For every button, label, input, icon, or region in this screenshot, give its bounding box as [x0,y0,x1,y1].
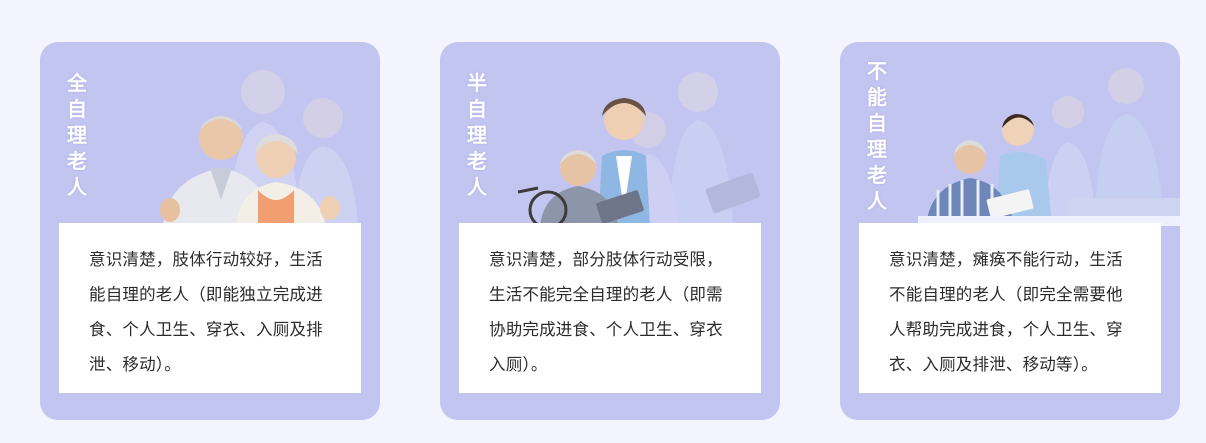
description-box: 意识清楚，肢体行动较好，生活能自理的老人（即能独立完成进食、个人卫生、穿衣、入厕… [59,223,361,393]
title-char: 理 [467,123,487,147]
title-char: 全 [67,71,87,95]
card-vertical-title: 不 能 自 理 老 人 [862,60,892,212]
title-char: 老 [67,149,87,173]
title-char: 理 [67,123,87,147]
card-non-self-care: 不 能 自 理 老 人 意识清楚，瘫痪不能行动，生活不能自理的老人（即完全需要他… [840,42,1180,420]
title-char: 能 [867,85,887,109]
title-char: 人 [867,189,887,213]
care-levels-section: 全 自 理 老 人 意识清楚，肢体行动较好，生活能自理的老人（即能独立完成进食、… [0,0,1206,443]
description-box: 意识清楚，瘫痪不能行动，生活不能自理的老人（即完全需要他人帮助完成进食，个人卫生… [859,223,1161,393]
card-vertical-title: 全 自 理 老 人 [62,72,92,198]
card-description: 意识清楚，部分肢体行动受限，生活不能完全自理的老人（即需协助完成进食、个人卫生、… [489,250,723,374]
title-char: 人 [67,175,87,199]
title-char: 老 [867,163,887,187]
title-char: 不 [867,59,887,83]
title-char: 理 [867,137,887,161]
title-char: 自 [467,97,487,121]
card-description: 意识清楚，肢体行动较好，生活能自理的老人（即能独立完成进食、个人卫生、穿衣、入厕… [89,250,323,374]
card-vertical-title: 半 自 理 老 人 [462,72,492,198]
card-semi-self-care: 半 自 理 老 人 意识清楚，部分肢体行动受限，生活不能完全自理的老人（即需协助… [440,42,780,420]
card-full-self-care: 全 自 理 老 人 意识清楚，肢体行动较好，生活能自理的老人（即能独立完成进食、… [40,42,380,420]
wheelchair-elderly-couple-photo [518,60,780,226]
title-char: 自 [867,111,887,135]
title-char: 老 [467,149,487,173]
card-description: 意识清楚，瘫痪不能行动，生活不能自理的老人（即完全需要他人帮助完成进食，个人卫生… [889,250,1123,374]
elderly-couple-thumbs-up-photo [118,60,380,226]
title-char: 半 [467,71,487,95]
title-char: 人 [467,175,487,199]
caregiver-with-elderly-photo [918,60,1180,226]
title-char: 自 [67,97,87,121]
description-box: 意识清楚，部分肢体行动受限，生活不能完全自理的老人（即需协助完成进食、个人卫生、… [459,223,761,393]
